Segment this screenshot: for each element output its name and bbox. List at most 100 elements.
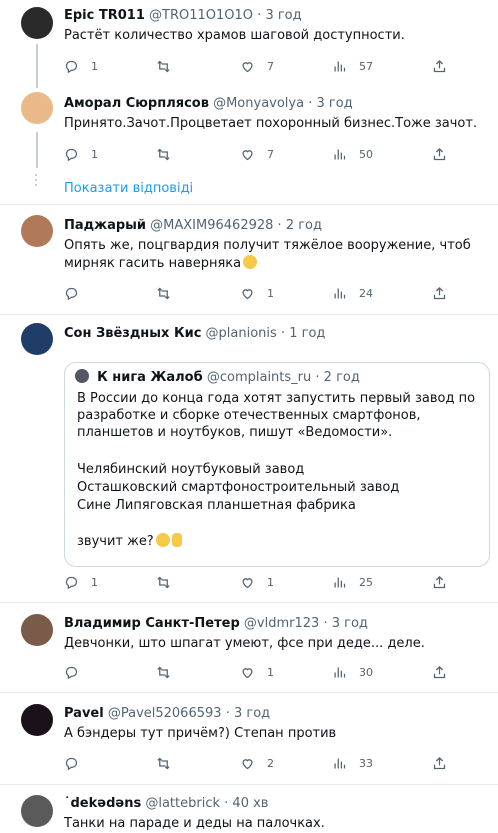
retweet-action[interactable] [156, 754, 183, 772]
author-name[interactable]: Pavel [64, 706, 104, 721]
author-handle[interactable]: @planionis [206, 326, 277, 341]
avatar[interactable] [21, 215, 53, 247]
share-icon[interactable] [432, 286, 447, 301]
author-handle[interactable]: @Pavel52066593 [108, 706, 222, 721]
retweet-action[interactable] [156, 663, 183, 681]
avatar[interactable] [21, 614, 53, 646]
reply-icon[interactable] [64, 575, 79, 590]
views-icon[interactable] [332, 59, 347, 74]
like-action[interactable]: 7 [240, 57, 274, 75]
retweet-icon[interactable] [156, 286, 171, 301]
like-icon[interactable] [240, 59, 255, 74]
show-replies-link[interactable]: Показати відповіді [64, 181, 193, 196]
quoted-tweet[interactable]: К нига Жалоб @complaints_ru · 2 год В Ро… [64, 362, 490, 567]
author-name[interactable]: Аморал Сюрплясов [64, 96, 209, 111]
views-icon[interactable] [332, 756, 347, 771]
reply-icon[interactable] [64, 59, 79, 74]
author-name[interactable]: Epic TR011 [64, 8, 145, 23]
author-handle[interactable]: @MAXIM96462928 [150, 218, 273, 233]
retweet-icon[interactable] [156, 665, 171, 680]
reply-action[interactable] [64, 284, 91, 302]
author-name[interactable]: ˙dekədəns [64, 796, 141, 811]
timestamp[interactable]: 2 год [286, 218, 322, 233]
reply-icon[interactable] [64, 665, 79, 680]
share-icon[interactable] [432, 575, 447, 590]
thinking-emoji-icon [155, 533, 170, 547]
author-name[interactable]: Владимир Санкт-Петер [64, 616, 240, 631]
retweet-action[interactable] [156, 284, 183, 302]
share-action[interactable] [432, 145, 447, 163]
avatar[interactable] [21, 795, 53, 827]
avatar[interactable] [21, 7, 53, 39]
author-handle[interactable]: @vldmr123 [244, 616, 319, 631]
timestamp[interactable]: 3 год [332, 616, 368, 631]
share-action[interactable] [432, 663, 447, 681]
timestamp[interactable]: 3 год [234, 706, 270, 721]
timestamp[interactable]: 3 год [317, 96, 353, 111]
views-icon[interactable] [332, 286, 347, 301]
separator: · [277, 218, 282, 233]
author-handle[interactable]: @lattebrick [145, 796, 220, 811]
retweet-action[interactable] [156, 145, 183, 163]
author-name[interactable]: Сон Звёздных Кис [64, 326, 201, 341]
reply-icon[interactable] [64, 286, 79, 301]
reply-action[interactable] [64, 663, 91, 681]
like-action[interactable]: 1 [240, 573, 274, 591]
views-action[interactable]: 30 [332, 663, 373, 681]
share-icon[interactable] [432, 59, 447, 74]
views-action[interactable]: 25 [332, 573, 373, 591]
avatar[interactable] [21, 92, 53, 124]
replies-count: 1 [91, 147, 98, 161]
avatar[interactable] [21, 704, 53, 736]
like-icon[interactable] [240, 756, 255, 771]
like-action[interactable]: 1 [240, 663, 274, 681]
likes-count: 7 [267, 59, 274, 73]
author-name[interactable]: Паджарый [64, 218, 146, 233]
views-action[interactable]: 50 [332, 145, 373, 163]
share-action[interactable] [432, 284, 447, 302]
views-icon[interactable] [332, 665, 347, 680]
timestamp[interactable]: 40 хв [232, 796, 268, 811]
views-icon[interactable] [332, 575, 347, 590]
like-action[interactable]: 2 [240, 754, 274, 772]
like-icon[interactable] [240, 665, 255, 680]
views-action[interactable]: 57 [332, 57, 373, 75]
retweet-icon[interactable] [156, 59, 171, 74]
reply-icon[interactable] [64, 756, 79, 771]
like-action[interactable]: 1 [240, 284, 274, 302]
share-icon[interactable] [432, 756, 447, 771]
like-icon[interactable] [240, 286, 255, 301]
retweet-icon[interactable] [156, 756, 171, 771]
share-action[interactable] [432, 573, 447, 591]
reply-action[interactable]: 1 [64, 57, 98, 75]
avatar[interactable] [21, 323, 53, 355]
share-action[interactable] [432, 754, 447, 772]
views-action[interactable]: 24 [332, 284, 373, 302]
timestamp[interactable]: 1 год [289, 326, 325, 341]
share-icon[interactable] [432, 665, 447, 680]
author-handle[interactable]: @Monyavolya [213, 96, 304, 111]
reply-action[interactable]: 1 [64, 573, 98, 591]
like-action[interactable]: 7 [240, 145, 274, 163]
share-icon[interactable] [432, 147, 447, 162]
views-icon[interactable] [332, 147, 347, 162]
separator: · [323, 616, 328, 631]
separator: · [225, 706, 230, 721]
quoted-author-handle: @complaints_ru [206, 370, 312, 385]
tweet-text: Принято.Зачот.Процветает похоронный бизн… [64, 116, 478, 131]
views-action[interactable]: 33 [332, 754, 373, 772]
timestamp[interactable]: 3 год [265, 8, 301, 23]
reply-action[interactable]: 1 [64, 145, 98, 163]
retweet-action[interactable] [156, 57, 183, 75]
like-icon[interactable] [240, 147, 255, 162]
retweet-action[interactable] [156, 573, 183, 591]
reply-icon[interactable] [64, 147, 79, 162]
retweet-icon[interactable] [156, 575, 171, 590]
share-action[interactable] [432, 57, 447, 75]
reply-action[interactable] [64, 754, 91, 772]
like-icon[interactable] [240, 575, 255, 590]
quoted-author-name: К нига Жалоб [97, 370, 203, 385]
retweet-icon[interactable] [156, 147, 171, 162]
author-handle[interactable]: @TRO11O1O1O [149, 8, 253, 23]
divider [0, 692, 498, 693]
